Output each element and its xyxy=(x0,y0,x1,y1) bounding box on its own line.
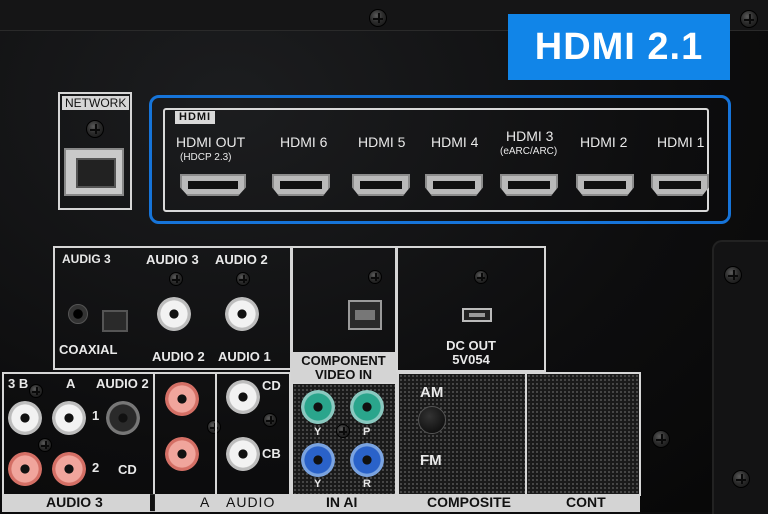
screw-icon xyxy=(652,430,670,448)
screw-icon xyxy=(169,272,183,286)
label-1: 1 xyxy=(92,408,100,423)
screw-icon xyxy=(474,270,488,284)
hdmi-out-port[interactable] xyxy=(180,174,246,196)
optical-jack[interactable] xyxy=(102,310,128,332)
cont-section xyxy=(525,372,641,496)
screw-icon xyxy=(336,424,350,438)
audio-2-label: AUDIO 2 xyxy=(152,349,205,364)
bottom-audio3-label: AUDIO 3 xyxy=(46,494,103,510)
label-cd-right: CD xyxy=(262,378,281,393)
am-label: AM xyxy=(420,384,444,401)
bottom-composite-label: COMPOSITE xyxy=(427,494,512,510)
dc-out-voltage: 5V054 xyxy=(452,352,490,367)
component-y-jack[interactable] xyxy=(301,390,335,424)
audio-black-jack[interactable] xyxy=(106,401,140,435)
composite-section xyxy=(397,372,527,496)
audio-white-jack-2[interactable] xyxy=(52,401,86,435)
screw-icon xyxy=(369,9,387,27)
label-cb: CB xyxy=(262,446,281,461)
component-p-label: P xyxy=(363,426,371,438)
label-a: A xyxy=(66,376,76,391)
bottom-cont-label: CONT xyxy=(566,494,606,510)
label-2: 2 xyxy=(92,460,100,475)
screw-icon xyxy=(740,10,758,28)
hdmi-2-port[interactable] xyxy=(576,174,634,196)
hdmi-1-port[interactable] xyxy=(651,174,709,196)
dc-out-label: DC OUT xyxy=(446,338,496,353)
label-audio2-bottom: AUDIO 2 xyxy=(96,376,149,391)
audio-1-label: AUDIO 1 xyxy=(218,349,271,364)
screw-icon xyxy=(236,272,250,286)
screw-icon xyxy=(29,384,43,398)
ethernet-like-port[interactable] xyxy=(348,300,382,330)
hdmi-5-label: HDMI 5 xyxy=(358,134,406,150)
audio-cd-jack[interactable] xyxy=(226,380,260,414)
bottom-inai-label: IN AI xyxy=(326,494,358,510)
screw-icon xyxy=(263,413,277,427)
screw-icon xyxy=(86,120,104,138)
network-label: NETWORK xyxy=(62,96,130,110)
component-y2-jack[interactable] xyxy=(301,443,335,477)
screw-icon xyxy=(724,266,742,284)
audio-top-col3-label: AUDIO 2 xyxy=(215,252,268,267)
component-y-label: Y xyxy=(314,426,322,438)
component-pr-jack[interactable] xyxy=(350,443,384,477)
hdmi-5-port[interactable] xyxy=(352,174,410,196)
component-r-label: R xyxy=(363,478,371,490)
label-3b: 3 B xyxy=(8,376,29,391)
fm-label: FM xyxy=(420,452,442,469)
bottom-a-label: A xyxy=(200,494,210,510)
audio-red-jack-3[interactable] xyxy=(165,382,199,416)
screw-icon xyxy=(38,438,52,452)
hdmi-out-label: HDMI OUT xyxy=(176,134,246,150)
screw-icon xyxy=(368,270,382,284)
bottom-mark: ▌ xyxy=(150,494,160,510)
audio-2-jack[interactable] xyxy=(225,297,259,331)
component-y2-label: Y xyxy=(314,478,322,490)
hdmi-3-sublabel: (eARC/ARC) xyxy=(500,146,558,157)
component-title: COMPONENT xyxy=(301,353,386,368)
rj45-jack-icon[interactable] xyxy=(64,148,124,196)
hdmi-4-label: HDMI 4 xyxy=(431,134,479,150)
hdmi-3-label: HDMI 3 xyxy=(506,128,554,144)
hdmi-6-port[interactable] xyxy=(272,174,330,196)
hdmi-3-port[interactable] xyxy=(500,174,558,196)
label-cd-left: CD xyxy=(118,462,137,477)
audio-white-jack-1[interactable] xyxy=(8,401,42,435)
audio-top-col1-label: AUDIG 3 xyxy=(62,252,111,266)
audio-red-jack-2[interactable] xyxy=(52,452,86,486)
coaxial-jack[interactable] xyxy=(68,304,88,324)
audio-cb-jack[interactable] xyxy=(226,437,260,471)
audio-red-jack-1[interactable] xyxy=(8,452,42,486)
hdmi-1-label: HDMI 1 xyxy=(657,134,705,150)
component-pb-jack[interactable] xyxy=(350,390,384,424)
bottom-audio-label: AUDIO xyxy=(226,494,276,510)
audio-3-jack[interactable] xyxy=(157,297,191,331)
hdmi-section xyxy=(163,108,709,212)
hdmi-4-port[interactable] xyxy=(425,174,483,196)
audio-red-jack-4[interactable] xyxy=(165,437,199,471)
antenna-terminal-icon[interactable] xyxy=(418,406,446,434)
hdmi-logo: HDMI xyxy=(175,111,216,124)
coaxial-label: COAXIAL xyxy=(59,342,118,357)
hdmi-version-badge: HDMI 2.1 xyxy=(508,14,730,80)
hdmi-6-label: HDMI 6 xyxy=(280,134,328,150)
usb-port-icon[interactable] xyxy=(462,308,492,322)
hdmi-2-label: HDMI 2 xyxy=(580,134,628,150)
hdmi-out-sublabel: (HDCP 2.3) xyxy=(180,152,232,163)
component-subtitle: VIDEO IN xyxy=(314,367,373,382)
audio-top-col2-label: AUDIO 3 xyxy=(146,252,199,267)
screw-icon xyxy=(732,470,750,488)
